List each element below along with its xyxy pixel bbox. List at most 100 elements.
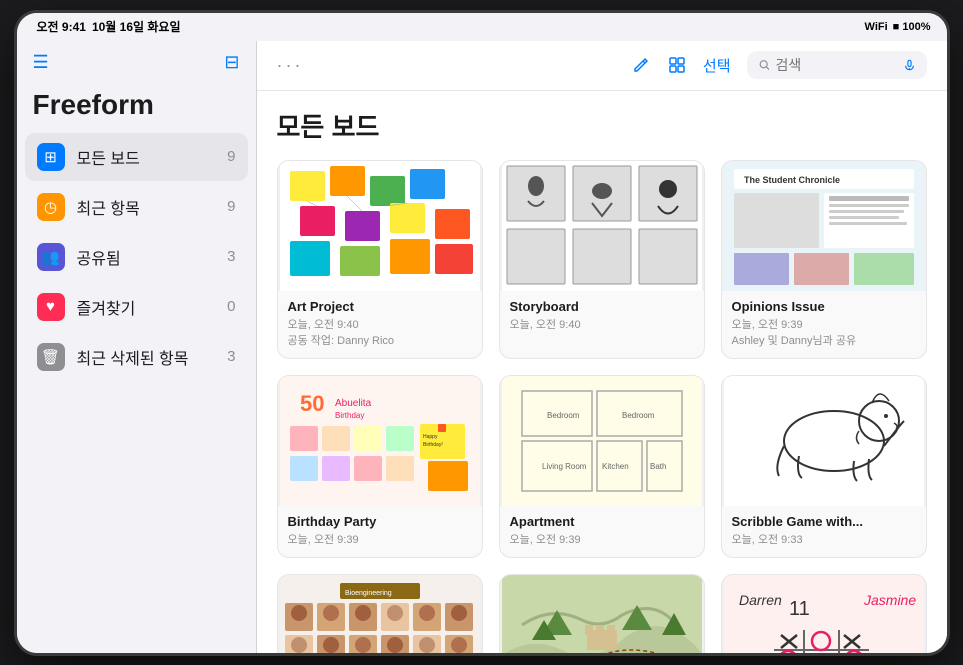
ttt-preview: Darren Jasmine 11 bbox=[722, 575, 926, 653]
board-name-storyboard: Storyboard bbox=[510, 299, 694, 314]
status-bar: 오전 9:41 10월 16일 화요일 WiFi ■ 100% bbox=[17, 13, 947, 41]
wifi-icon: WiFi bbox=[865, 21, 888, 33]
status-bar-right: WiFi ■ 100% bbox=[865, 21, 931, 33]
board-info-storyboard: Storyboard 오늘, 오전 9:40 bbox=[500, 291, 704, 342]
recent-icon: ◷ bbox=[37, 193, 65, 221]
board-thumbnail-storyboard bbox=[500, 161, 704, 291]
svg-text:Jasmine: Jasmine bbox=[863, 592, 916, 608]
main-toolbar: ··· bbox=[257, 41, 947, 91]
main-content: 모든 보드 bbox=[257, 91, 947, 653]
board-extra-opinions: Ashley 및 Danny님과 공유 bbox=[732, 332, 916, 348]
sidebar-title: Freeform bbox=[17, 85, 256, 133]
date: 10월 16일 화요일 bbox=[92, 18, 181, 35]
search-bar[interactable] bbox=[747, 51, 927, 79]
all-boards-count: 9 bbox=[227, 148, 235, 165]
board-thumbnail-ttt: Darren Jasmine 11 bbox=[722, 575, 926, 653]
mic-icon[interactable] bbox=[904, 58, 915, 72]
search-input[interactable] bbox=[775, 57, 897, 73]
main-area: ··· bbox=[257, 41, 947, 653]
boards-grid: Art Project 오늘, 오전 9:40 공동 작업: Danny Ric… bbox=[277, 160, 927, 653]
sidebar-item-all-boards[interactable]: ⊞ 모든 보드 9 bbox=[25, 133, 248, 181]
board-date-birthday: 오늘, 오전 9:39 bbox=[288, 531, 472, 547]
art-project-preview bbox=[278, 161, 482, 291]
board-card-scribble[interactable]: Scribble Game with... 오늘, 오전 9:33 bbox=[721, 375, 927, 558]
grid-view-button[interactable] bbox=[667, 55, 687, 75]
apartment-preview: Bedroom Bedroom Living Room Kitchen Bath bbox=[500, 376, 704, 506]
trash-icon: 🗑 bbox=[37, 343, 65, 371]
all-boards-icon: ⊞ bbox=[37, 143, 65, 171]
svg-text:Happy: Happy bbox=[423, 434, 438, 440]
opinions-preview: The Student Chronicle bbox=[722, 161, 926, 291]
birthday-preview: 50 Abuelita Birthday bbox=[278, 376, 482, 506]
map-preview bbox=[500, 575, 704, 653]
board-thumbnail-bio: Bioengineering bbox=[278, 575, 482, 653]
sidebar-item-trash[interactable]: 🗑 최근 삭제된 항목 3 bbox=[25, 333, 248, 381]
board-date-storyboard: 오늘, 오전 9:40 bbox=[510, 316, 694, 332]
svg-text:Bedroom: Bedroom bbox=[622, 411, 655, 420]
board-name-scribble: Scribble Game with... bbox=[732, 514, 916, 529]
sidebar-item-recent[interactable]: ◷ 최근 항목 9 bbox=[25, 183, 248, 231]
board-card-map[interactable]: Adventure Map 오늘, 오전 9:33 bbox=[499, 574, 705, 653]
board-extra-art-project: 공동 작업: Danny Rico bbox=[288, 332, 472, 348]
board-date-art-project: 오늘, 오전 9:40 bbox=[288, 316, 472, 332]
board-card-apartment[interactable]: Bedroom Bedroom Living Room Kitchen Bath bbox=[499, 375, 705, 558]
shared-icon: 👥 bbox=[37, 243, 65, 271]
shared-label: 공유됨 bbox=[77, 245, 216, 269]
svg-text:Bedroom: Bedroom bbox=[547, 411, 580, 420]
status-bar-left: 오전 9:41 10월 16일 화요일 bbox=[37, 18, 181, 35]
toolbar-right: 선택 bbox=[631, 51, 927, 79]
svg-text:Bioengineering: Bioengineering bbox=[345, 590, 392, 597]
scribble-preview bbox=[722, 376, 926, 506]
recent-label: 최근 항목 bbox=[77, 195, 216, 219]
board-card-ttt[interactable]: Darren Jasmine 11 bbox=[721, 574, 927, 653]
board-date-apartment: 오늘, 오전 9:39 bbox=[510, 531, 694, 547]
more-options-icon[interactable]: ··· bbox=[277, 55, 304, 76]
sidebar-item-shared[interactable]: 👥 공유됨 3 bbox=[25, 233, 248, 281]
board-card-storyboard[interactable]: Storyboard 오늘, 오전 9:40 bbox=[499, 160, 705, 359]
app-content: ☰ ⊟ Freeform ⊞ 모든 보드 9 ◷ 최근 항목 9 👥 공유됨 bbox=[17, 41, 947, 653]
board-thumbnail-map bbox=[500, 575, 704, 653]
ipad-frame: 오전 9:41 10월 16일 화요일 WiFi ■ 100% ☰ ⊟ Free… bbox=[17, 13, 947, 653]
board-thumbnail-opinions: The Student Chronicle bbox=[722, 161, 926, 291]
board-date-opinions: 오늘, 오전 9:39 bbox=[732, 316, 916, 332]
storyboard-preview bbox=[500, 161, 704, 291]
svg-text:The Student Chronicle: The Student Chronicle bbox=[744, 175, 840, 185]
sidebar-item-favorites[interactable]: ♥ 즐겨찾기 0 bbox=[25, 283, 248, 331]
board-info-scribble: Scribble Game with... 오늘, 오전 9:33 bbox=[722, 506, 926, 557]
archive-icon[interactable]: ⊟ bbox=[224, 52, 239, 73]
grid-icon bbox=[667, 55, 687, 75]
board-card-art-project[interactable]: Art Project 오늘, 오전 9:40 공동 작업: Danny Ric… bbox=[277, 160, 483, 359]
recent-count: 9 bbox=[227, 198, 235, 215]
board-info-opinions: Opinions Issue 오늘, 오전 9:39 Ashley 및 Dann… bbox=[722, 291, 926, 358]
all-boards-label: 모든 보드 bbox=[77, 145, 216, 169]
board-card-bio[interactable]: Bioengineering bbox=[277, 574, 483, 653]
svg-text:Kitchen: Kitchen bbox=[602, 462, 629, 471]
favorites-count: 0 bbox=[227, 298, 235, 315]
board-thumbnail-apartment: Bedroom Bedroom Living Room Kitchen Bath bbox=[500, 376, 704, 506]
battery-icon: ■ 100% bbox=[893, 21, 931, 33]
new-board-button[interactable] bbox=[631, 55, 651, 75]
sidebar-toolbar: ☰ ⊟ bbox=[17, 41, 256, 85]
board-name-art-project: Art Project bbox=[288, 299, 472, 314]
time: 오전 9:41 bbox=[37, 18, 86, 35]
favorites-icon: ♥ bbox=[37, 293, 65, 321]
favorites-label: 즐겨찾기 bbox=[77, 295, 216, 319]
board-card-opinions[interactable]: The Student Chronicle bbox=[721, 160, 927, 359]
sidebar-toggle-icon[interactable]: ☰ bbox=[33, 52, 49, 73]
board-thumbnail-art-project bbox=[278, 161, 482, 291]
board-info-art-project: Art Project 오늘, 오전 9:40 공동 작업: Danny Ric… bbox=[278, 291, 482, 358]
svg-text:Darren: Darren bbox=[739, 592, 782, 608]
shared-count: 3 bbox=[227, 248, 235, 265]
page-title: 모든 보드 bbox=[277, 107, 927, 144]
board-name-birthday: Birthday Party bbox=[288, 514, 472, 529]
compose-icon bbox=[631, 55, 651, 75]
select-button[interactable]: 선택 bbox=[703, 55, 731, 76]
board-date-scribble: 오늘, 오전 9:33 bbox=[732, 531, 916, 547]
board-card-birthday[interactable]: 50 Abuelita Birthday bbox=[277, 375, 483, 558]
sidebar: ☰ ⊟ Freeform ⊞ 모든 보드 9 ◷ 최근 항목 9 👥 공유됨 bbox=[17, 41, 257, 653]
svg-text:Living Room: Living Room bbox=[542, 462, 587, 471]
board-thumbnail-scribble bbox=[722, 376, 926, 506]
board-name-opinions: Opinions Issue bbox=[732, 299, 916, 314]
trash-count: 3 bbox=[227, 348, 235, 365]
board-thumbnail-birthday: 50 Abuelita Birthday bbox=[278, 376, 482, 506]
